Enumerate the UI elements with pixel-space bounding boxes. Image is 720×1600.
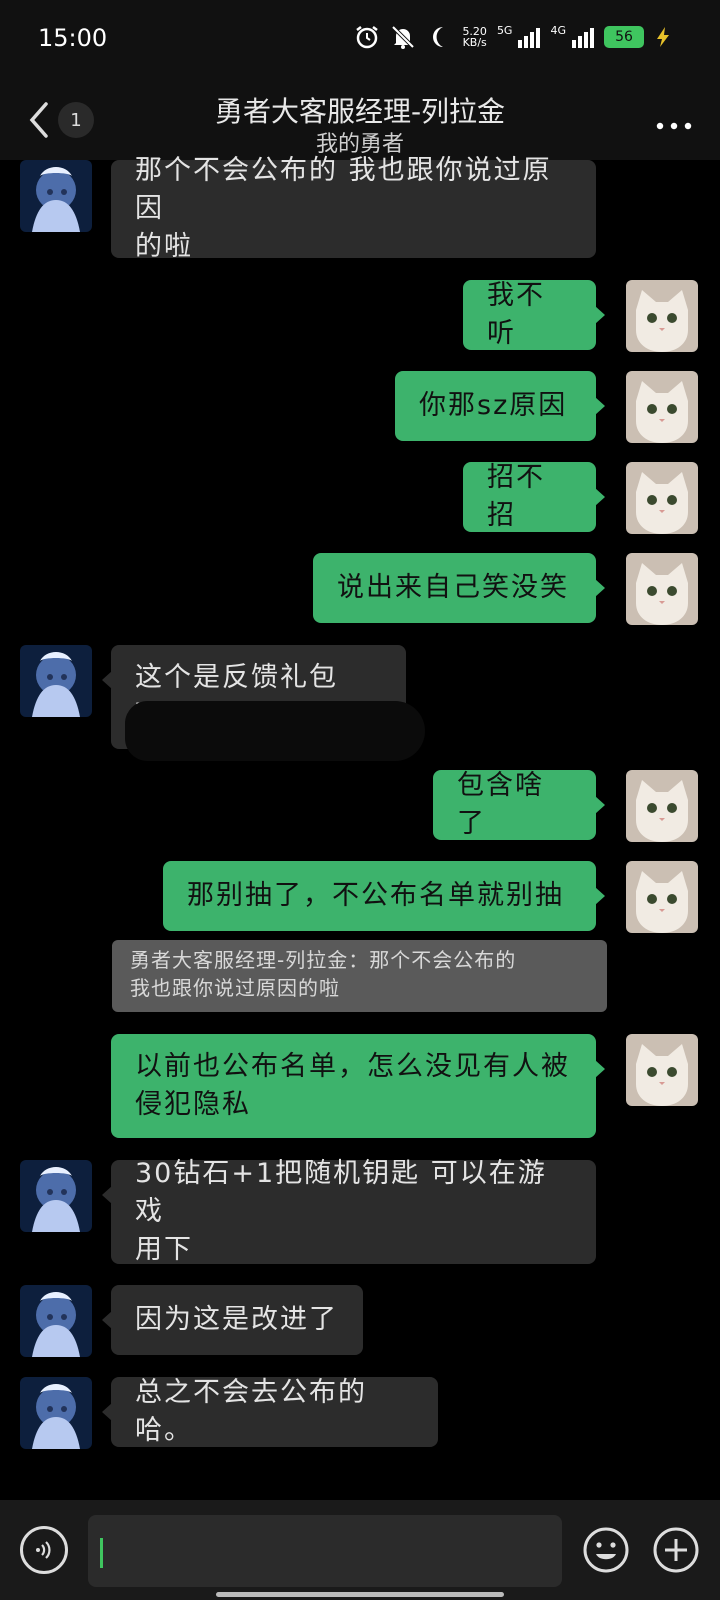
voice-input-button[interactable]	[20, 1526, 68, 1574]
more-options-button[interactable]	[654, 116, 694, 130]
message-text: 那个不会公布的 我也跟你说过原因 的啦	[135, 155, 552, 262]
message-text: 以前也公布名单，怎么没见有人被 侵犯隐私	[135, 1051, 570, 1120]
message-bubble-incoming[interactable]: 30钻石+1把随机钥匙 可以在游戏 用下	[102, 1158, 596, 1265]
more-functions-button[interactable]	[652, 1526, 700, 1574]
redacted-gift-code	[125, 701, 425, 761]
text-cursor	[100, 1538, 103, 1568]
status-time: 15:00	[38, 24, 108, 52]
speed-unit: KB/s	[462, 36, 487, 49]
message-text: 包含啥了	[457, 770, 544, 839]
message-text: 30钻石+1把随机钥匙 可以在游戏 用下	[135, 1158, 547, 1265]
battery-level: 56	[615, 29, 633, 45]
message-bubble-outgoing[interactable]: 招不招	[463, 462, 605, 532]
my-avatar[interactable]	[626, 371, 698, 443]
alarm-icon	[354, 24, 380, 50]
contact-avatar[interactable]	[20, 160, 92, 232]
my-avatar[interactable]	[626, 462, 698, 534]
mute-bell-icon	[390, 24, 416, 50]
message-text: 总之不会去公布的哈。	[135, 1377, 367, 1446]
my-avatar[interactable]	[626, 553, 698, 625]
message-bubble-outgoing[interactable]: 那别抽了，不公布名单就别抽	[163, 861, 605, 931]
message-bubble-incoming[interactable]: 总之不会去公布的哈。	[102, 1377, 438, 1447]
message-bubble-outgoing[interactable]: 你那sz原因	[395, 371, 605, 441]
my-avatar[interactable]	[626, 770, 698, 842]
signal-icon	[518, 26, 541, 48]
message-bubble-outgoing[interactable]: 包含啥了	[433, 770, 605, 840]
net-4g-label: 4G	[550, 24, 566, 37]
message-text: 招不招	[487, 462, 545, 531]
charging-icon	[654, 26, 672, 48]
battery-icon: 56	[604, 26, 644, 48]
message-bubble-outgoing[interactable]: 我不听	[463, 280, 605, 350]
message-list[interactable]: 那个不会公布的 我也跟你说过原因 的啦 我不听 你那sz原因 招不招 说出来自己…	[0, 155, 720, 1500]
contact-avatar[interactable]	[20, 1160, 92, 1232]
my-avatar[interactable]	[626, 280, 698, 352]
voice-icon	[36, 1541, 51, 1559]
my-avatar[interactable]	[626, 861, 698, 933]
moon-icon	[426, 24, 452, 50]
message-bubble-incoming[interactable]: 那个不会公布的 我也跟你说过原因 的啦	[111, 155, 596, 262]
message-input[interactable]	[88, 1515, 562, 1587]
contact-avatar[interactable]	[20, 1285, 92, 1357]
chat-header: 1 勇者大客服经理-列拉金 我的勇者	[0, 80, 720, 160]
message-bubble-incoming[interactable]: 因为这是改进了	[102, 1285, 363, 1355]
smiley-icon	[583, 1527, 629, 1573]
more-dots-icon	[656, 122, 692, 130]
message-text: 我不听	[487, 280, 545, 349]
message-text: 说出来自己笑没笑	[337, 572, 569, 603]
status-bar: 15:00 5.20 KB/s 5G 4G 56	[0, 0, 720, 80]
input-bar	[0, 1500, 720, 1600]
plus-circle-icon	[653, 1527, 699, 1573]
signal-icon-2	[572, 26, 594, 48]
net-5g-label: 5G	[496, 24, 513, 37]
message-bubble-outgoing[interactable]: 说出来自己笑没笑	[313, 553, 605, 623]
message-text: 因为这是改进了	[135, 1304, 338, 1335]
message-text: 那别抽了，不公布名单就别抽	[187, 880, 564, 911]
message-text: 你那sz原因	[419, 390, 568, 421]
status-icons: 5.20 KB/s 5G 4G 56	[354, 24, 672, 50]
network-speed: 5.20 KB/s	[462, 26, 487, 48]
contact-avatar[interactable]	[20, 645, 92, 717]
quoted-message[interactable]: 勇者大客服经理-列拉金：那个不会公布的 我也跟你说过原因的啦	[112, 940, 607, 1012]
message-bubble-outgoing[interactable]: 以前也公布名单，怎么没见有人被 侵犯隐私	[111, 1034, 605, 1138]
home-indicator[interactable]	[216, 1592, 504, 1597]
my-avatar[interactable]	[626, 1034, 698, 1106]
contact-avatar[interactable]	[20, 1377, 92, 1449]
emoji-button[interactable]	[582, 1526, 630, 1574]
chat-title: 勇者大客服经理-列拉金	[214, 95, 506, 128]
